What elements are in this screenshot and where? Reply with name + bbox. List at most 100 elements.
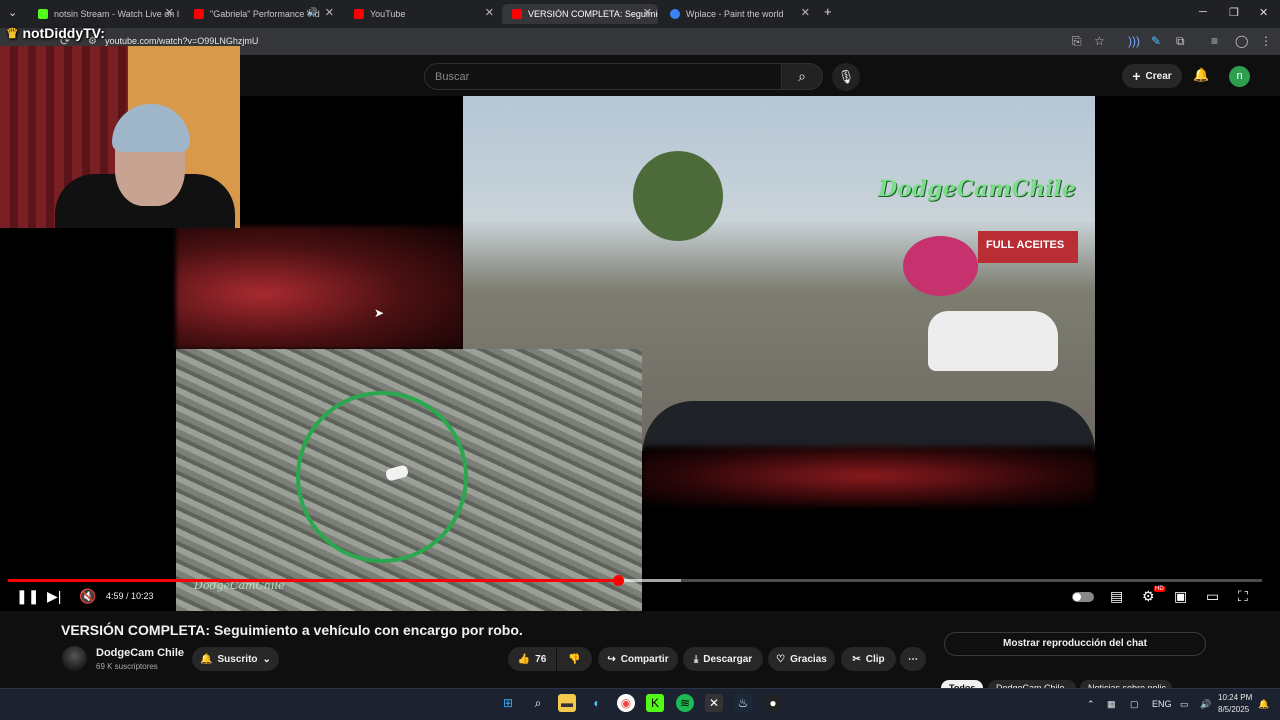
spotify-icon[interactable]: ≋: [676, 694, 694, 712]
subtitles-icon[interactable]: ▤: [1110, 588, 1123, 604]
kick-favicon-icon: [38, 9, 48, 19]
scissors-icon: ✂: [852, 653, 861, 665]
account-avatar[interactable]: n: [1229, 66, 1250, 87]
clock-time[interactable]: 10:24 PM: [1218, 693, 1252, 702]
theater-mode-icon[interactable]: ▭: [1206, 588, 1219, 604]
shop-sign: FULL ACEITES: [978, 231, 1078, 263]
highlight-circle: [296, 391, 468, 563]
tab-label: VERSIÓN COMPLETA: Seguimie: [528, 9, 658, 19]
settings-gear-icon[interactable]: ⚙: [1142, 588, 1155, 604]
tree-shape: [633, 151, 723, 241]
progress-scrubber[interactable]: [612, 575, 624, 586]
tab-label: notsin Stream - Watch Live on I: [54, 9, 180, 19]
speaker-icon[interactable]: 🔊: [307, 7, 318, 18]
dashboard-shape: [643, 401, 1095, 451]
language-indicator[interactable]: ENG: [1152, 699, 1172, 709]
notifications-bell-icon[interactable]: 🔔: [1193, 67, 1209, 83]
tab-close-icon[interactable]: ✕: [801, 6, 810, 19]
video-title: VERSIÓN COMPLETA: Seguimiento a vehículo…: [61, 622, 523, 638]
chrome-icon[interactable]: ◉: [617, 694, 635, 712]
autoplay-toggle[interactable]: [1072, 592, 1094, 602]
restore-icon[interactable]: ❐: [1229, 6, 1239, 19]
copilot-icon[interactable]: ◐: [588, 694, 606, 712]
network-icon[interactable]: ▭: [1180, 699, 1189, 710]
mouse-cursor-icon: ➤: [374, 306, 385, 320]
windows-start-icon[interactable]: ⊞: [499, 694, 517, 712]
hd-badge: HD: [1154, 586, 1165, 592]
tab-close-icon[interactable]: ✕: [485, 6, 494, 19]
download-button[interactable]: ⤓ Descargar: [683, 647, 763, 671]
clock-date[interactable]: 8/5/2025: [1218, 705, 1249, 714]
volume-icon[interactable]: 🔊: [1200, 699, 1211, 710]
tab-youtube[interactable]: YouTube ✕: [344, 4, 500, 24]
profile-icon[interactable]: ◯: [1235, 34, 1248, 48]
blurred-red-graphic: [642, 446, 1095, 506]
search-button[interactable]: ⌕: [781, 63, 823, 90]
wplace-favicon-icon: [670, 9, 680, 19]
notification-bell-icon[interactable]: 🔔: [1258, 699, 1269, 710]
muted-volume-icon[interactable]: 🔇: [79, 588, 96, 604]
kick-app-icon[interactable]: K: [646, 694, 664, 712]
channel-avatar[interactable]: [62, 646, 87, 671]
share-arrow-icon: ↪: [607, 653, 616, 665]
url-text[interactable]: youtube.com/watch?v=O99LNGhzjmU: [105, 36, 258, 46]
subscribed-button[interactable]: 🔔 Suscrito ⌄: [192, 647, 279, 671]
tab-kick-stream[interactable]: notsin Stream - Watch Live on I ✕: [28, 4, 180, 24]
bookmark-star-icon[interactable]: ☆: [1094, 34, 1105, 48]
tab-wplace[interactable]: Wplace - Paint the world ✕: [660, 4, 816, 24]
taskbar-search-icon[interactable]: ⌕: [529, 694, 547, 712]
window-close-icon[interactable]: ✕: [1259, 6, 1268, 19]
tab-version-completa[interactable]: VERSIÓN COMPLETA: Seguimie ✕: [502, 4, 658, 24]
dislike-button[interactable]: 👎: [557, 647, 592, 671]
tray-device-icon[interactable]: ▢: [1130, 699, 1139, 710]
file-explorer-icon[interactable]: ▬: [558, 694, 576, 712]
obs-icon[interactable]: ●: [764, 694, 782, 712]
share-label: Compartir: [620, 653, 669, 665]
media-control-icon[interactable]: ≡: [1211, 34, 1218, 48]
terminal-icon[interactable]: ✕: [705, 694, 723, 712]
tab-close-icon[interactable]: ✕: [165, 6, 174, 19]
progress-bar[interactable]: [8, 575, 1262, 586]
install-app-icon[interactable]: ⎘: [1072, 34, 1082, 49]
next-icon[interactable]: ▶|: [47, 588, 61, 604]
browser-menu-icon[interactable]: ⋮: [1260, 34, 1272, 48]
like-button[interactable]: 👍 76: [508, 647, 556, 671]
fullscreen-icon[interactable]: ⛶: [1238, 588, 1248, 604]
channel-watermark: DodgeCamChile: [878, 176, 1076, 202]
download-label: Descargar: [703, 653, 753, 665]
extension-translate-icon[interactable]: ✎: [1151, 34, 1161, 48]
tab-close-icon[interactable]: ✕: [325, 6, 334, 19]
steam-icon[interactable]: ♨: [734, 694, 752, 712]
tab-label: Wplace - Paint the world: [686, 9, 784, 19]
new-tab-plus-icon[interactable]: +: [824, 4, 832, 19]
more-actions-button[interactable]: ⋯: [900, 647, 926, 671]
clip-button[interactable]: ✂ Clip: [841, 647, 896, 671]
aerial-footage: DodgeCamChile: [176, 349, 642, 611]
pause-icon[interactable]: ❚❚: [16, 588, 39, 604]
tab-gabriela-video[interactable]: "Gabriela" Performance Vid 🔊 ✕: [184, 4, 340, 24]
flowers-shape: [903, 236, 978, 296]
share-button[interactable]: ↪ Compartir: [598, 647, 678, 671]
youtube-favicon-icon: [194, 9, 204, 19]
show-chat-replay-button[interactable]: Mostrar reproducción del chat: [944, 632, 1206, 656]
search-icon: ⌕: [798, 68, 806, 84]
streamer-name: notDiddyTV:: [22, 25, 105, 41]
streamer-webcam: [0, 46, 240, 228]
like-count: 76: [535, 653, 547, 665]
thanks-button[interactable]: ♡ Gracias: [768, 647, 835, 671]
voice-search-button[interactable]: 🎙: [832, 63, 860, 91]
tab-close-icon[interactable]: ✕: [643, 6, 652, 19]
extension-audio-icon[interactable]: ))): [1128, 34, 1140, 48]
miniplayer-icon[interactable]: ▣: [1174, 588, 1187, 604]
search-input[interactable]: Buscar: [424, 63, 782, 90]
minimize-icon[interactable]: ─: [1199, 6, 1207, 18]
channel-name[interactable]: DodgeCam Chile: [96, 647, 184, 659]
tab-search-chevron-icon[interactable]: ⌄: [8, 6, 17, 19]
tray-app-icon[interactable]: ▦: [1107, 699, 1116, 710]
crown-icon: ♛: [6, 25, 19, 41]
tray-overflow-chevron-icon[interactable]: ⌃: [1087, 699, 1095, 710]
create-button[interactable]: + Crear: [1122, 64, 1182, 88]
thumbs-up-icon: 👍: [517, 653, 531, 665]
time-display: 4:59 / 10:23: [106, 591, 154, 601]
extensions-puzzle-icon[interactable]: ⧉: [1176, 34, 1185, 49]
